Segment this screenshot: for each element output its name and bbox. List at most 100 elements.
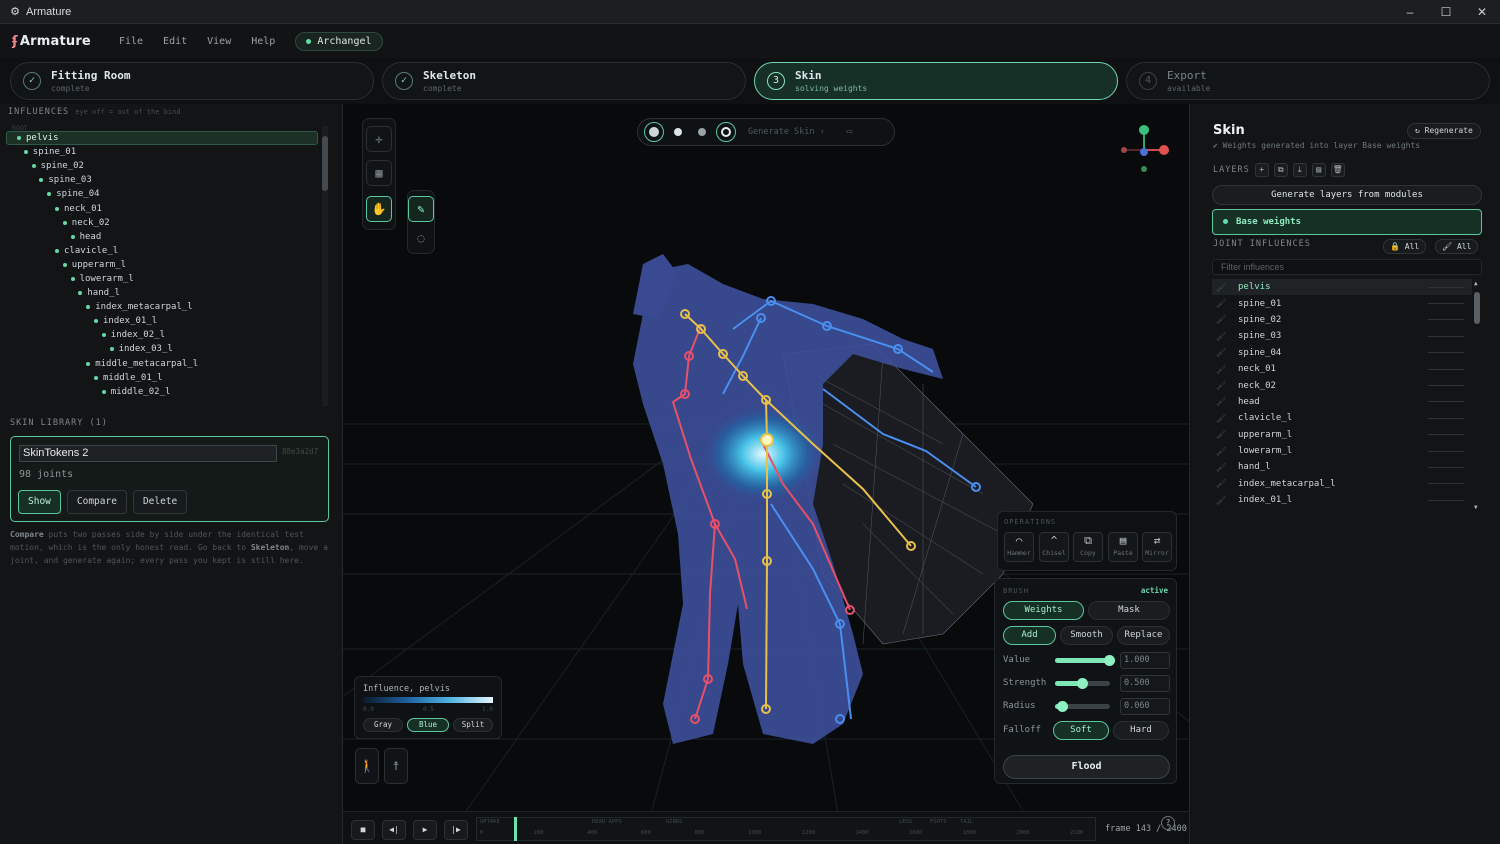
paint-brush-icon[interactable]: ✋ bbox=[366, 196, 392, 222]
delete-button[interactable]: Delete bbox=[132, 490, 188, 514]
joint-row-upperarm-l[interactable]: 🖌 upperarm_l bbox=[1212, 427, 1472, 443]
scroll-thumb[interactable] bbox=[322, 136, 328, 191]
value-slider[interactable] bbox=[1055, 655, 1115, 666]
replace-op-button[interactable]: Replace bbox=[1117, 626, 1170, 645]
menu-file[interactable]: File bbox=[119, 36, 143, 47]
paint-toggle-icon[interactable]: 🖌 bbox=[1216, 381, 1228, 390]
stop-button[interactable]: ■ bbox=[351, 820, 375, 840]
copy-button[interactable]: ⧉ Copy bbox=[1073, 532, 1103, 562]
smooth-op-button[interactable]: Smooth bbox=[1060, 626, 1113, 645]
joint-row-lowerarm-l[interactable]: 🖌 lowerarm_l bbox=[1212, 443, 1472, 459]
hammer-button[interactable]: ⌒ Hammer bbox=[1004, 532, 1034, 562]
menu-edit[interactable]: Edit bbox=[163, 36, 187, 47]
tree-item-lowerarm-l[interactable]: lowerarm_l bbox=[6, 272, 318, 286]
legend-gray-button[interactable]: Gray bbox=[363, 718, 403, 732]
tree-scrollbar[interactable] bbox=[322, 126, 328, 406]
falloff-soft-button[interactable]: Soft bbox=[1053, 721, 1109, 740]
paint-toggle-icon[interactable]: 🖌 bbox=[1216, 315, 1228, 324]
paint-toggle-icon[interactable]: 🖌 bbox=[1216, 447, 1228, 456]
paint-toggle-icon[interactable]: 🖌 bbox=[1216, 496, 1228, 505]
paint-toggle-icon[interactable]: 🖌 bbox=[1216, 365, 1228, 374]
paint-toggle-icon[interactable]: 🖌 bbox=[1216, 283, 1228, 292]
generate-skin-button[interactable]: Generate Skin › bbox=[748, 127, 825, 137]
legend-blue-button[interactable]: Blue bbox=[407, 718, 449, 732]
tree-item-spine-01[interactable]: spine_01 bbox=[6, 145, 318, 159]
step-skin[interactable]: 3 Skin solving weights bbox=[754, 62, 1118, 100]
step-back-button[interactable]: ◀| bbox=[382, 820, 406, 840]
joint-row-spine-01[interactable]: 🖌 spine_01 bbox=[1212, 295, 1472, 311]
3d-viewport[interactable]: ✛ ▦ ✋ ✎ ◌ Generate Skin › ▭ OPERATIONS ⌒… bbox=[343, 104, 1189, 844]
step-skeleton[interactable]: ✓ Skeleton complete bbox=[382, 62, 746, 100]
legend-split-button[interactable]: Split bbox=[453, 718, 493, 732]
pose-tpose-icon[interactable]: ☨ bbox=[384, 748, 408, 784]
value-input[interactable]: 1.000 bbox=[1120, 652, 1170, 669]
timeline-track[interactable]: UPTAKE DEAD APPS GIRDL LEGS FOOTS TAIL 0 200 400… bbox=[476, 817, 1096, 841]
tree-item-index-02-l[interactable]: index_02_l bbox=[6, 328, 318, 342]
tree-item-neck-02[interactable]: neck_02 bbox=[6, 216, 318, 230]
joint-row-index-01-l[interactable]: 🖌 index_01_l bbox=[1212, 492, 1472, 508]
flood-button[interactable]: Flood bbox=[1003, 755, 1170, 779]
tree-item-middle-01-l[interactable]: middle_01_l bbox=[6, 371, 318, 385]
shading-wire-icon[interactable] bbox=[644, 122, 664, 142]
paint-all-button[interactable]: 🖌 All bbox=[1435, 239, 1479, 254]
joint-row-neck-02[interactable]: 🖌 neck_02 bbox=[1212, 377, 1472, 393]
grid-icon[interactable]: ▦ bbox=[366, 160, 392, 186]
joint-row-spine-03[interactable]: 🖌 spine_03 bbox=[1212, 328, 1472, 344]
camera-icon[interactable]: ▭ bbox=[847, 127, 852, 137]
pen-icon[interactable]: ✎ bbox=[408, 196, 434, 222]
skin-library-card[interactable]: SkinTokens 2 88e3a2d7 98 joints Show Com… bbox=[10, 436, 329, 522]
radius-input[interactable]: 0.060 bbox=[1120, 698, 1170, 715]
tree-item-index-03-l[interactable]: index_03_l bbox=[6, 342, 318, 356]
tree-item-index-01-l[interactable]: index_01_l bbox=[6, 314, 318, 328]
maximize-button[interactable]: ☐ bbox=[1428, 0, 1464, 24]
scroll-up-icon[interactable]: ▲ bbox=[1474, 280, 1478, 287]
paint-toggle-icon[interactable]: 🖌 bbox=[1216, 332, 1228, 341]
regenerate-button[interactable]: ↻ Regenerate bbox=[1407, 123, 1481, 139]
add-layer-icon[interactable]: + bbox=[1254, 163, 1269, 177]
step-fitting-room[interactable]: ✓ Fitting Room complete bbox=[10, 62, 374, 100]
skin-name-field[interactable]: SkinTokens 2 bbox=[19, 445, 277, 462]
paint-toggle-icon[interactable]: 🖌 bbox=[1216, 463, 1228, 472]
paste-button[interactable]: ▤ Paste bbox=[1108, 532, 1138, 562]
joint-row-spine-02[interactable]: 🖌 spine_02 bbox=[1212, 312, 1472, 328]
shading-solid-icon[interactable] bbox=[668, 122, 688, 142]
import-layer-icon[interactable]: ⤓ bbox=[1292, 163, 1307, 177]
pose-standing-icon[interactable]: 🚶 bbox=[355, 748, 379, 784]
mask-mode-button[interactable]: Mask bbox=[1088, 601, 1170, 620]
shading-weights-icon[interactable] bbox=[716, 122, 736, 142]
tree-item-middle-metacarpal-l[interactable]: middle_metacarpal_l bbox=[6, 357, 318, 371]
tree-item-spine-04[interactable]: spine_04 bbox=[6, 187, 318, 201]
menu-view[interactable]: View bbox=[207, 36, 231, 47]
layer-base-weights[interactable]: Base weights bbox=[1212, 209, 1482, 235]
chisel-button[interactable]: ^ Chisel bbox=[1039, 532, 1069, 562]
tree-item-index-metacarpal-l[interactable]: index_metacarpal_l bbox=[6, 300, 318, 314]
project-selector[interactable]: Archangel bbox=[295, 31, 383, 51]
weights-mode-button[interactable]: Weights bbox=[1003, 601, 1084, 620]
move-icon[interactable]: ✛ bbox=[366, 126, 392, 152]
delete-layer-icon[interactable]: 🗑 bbox=[1330, 163, 1345, 177]
compare-button[interactable]: Compare bbox=[66, 490, 127, 514]
paste-layer-icon[interactable]: ▤ bbox=[1311, 163, 1326, 177]
add-op-button[interactable]: Add bbox=[1003, 626, 1056, 645]
strength-input[interactable]: 0.500 bbox=[1120, 675, 1170, 692]
show-button[interactable]: Show bbox=[18, 490, 61, 514]
tree-item-upperarm-l[interactable]: upperarm_l bbox=[6, 258, 318, 272]
play-button[interactable]: ▶ bbox=[413, 820, 437, 840]
tree-item-clavicle-l[interactable]: clavicle_l bbox=[6, 244, 318, 258]
joint-row-spine-04[interactable]: 🖌 spine_04 bbox=[1212, 345, 1472, 361]
joint-row-clavicle-l[interactable]: 🖌 clavicle_l bbox=[1212, 410, 1472, 426]
tree-item-spine-03[interactable]: spine_03 bbox=[6, 173, 318, 187]
step-forward-button[interactable]: |▶ bbox=[444, 820, 468, 840]
filter-influences-input[interactable]: Filter influences bbox=[1212, 259, 1482, 275]
paint-toggle-icon[interactable]: 🖌 bbox=[1216, 414, 1228, 423]
paint-toggle-icon[interactable]: 🖌 bbox=[1216, 348, 1228, 357]
generate-layers-button[interactable]: Generate layers from modules bbox=[1212, 185, 1482, 205]
paint-toggle-icon[interactable]: 🖌 bbox=[1216, 479, 1228, 488]
paint-toggle-icon[interactable]: 🖌 bbox=[1216, 397, 1228, 406]
tree-item-neck-01[interactable]: neck_01 bbox=[6, 201, 318, 215]
step-export[interactable]: 4 Export available bbox=[1126, 62, 1490, 100]
tree-item-middle-02-l[interactable]: middle_02_l bbox=[6, 385, 318, 399]
joint-row-index-metacarpal-l[interactable]: 🖌 index_metacarpal_l bbox=[1212, 476, 1472, 492]
timeline-playhead[interactable] bbox=[513, 817, 517, 841]
duplicate-layer-icon[interactable]: ⧉ bbox=[1273, 163, 1288, 177]
